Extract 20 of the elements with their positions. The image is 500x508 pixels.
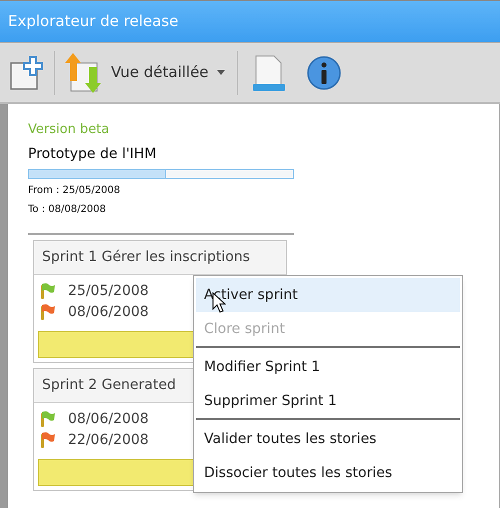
start-flag-icon: [38, 410, 56, 428]
menu-item[interactable]: Supprimer Sprint 1: [196, 384, 460, 418]
to-date: To : 08/08/2008: [28, 202, 107, 216]
start-date: 08/06/2008: [68, 410, 149, 428]
end-date: 08/06/2008: [68, 302, 149, 322]
start-date: 25/05/2008: [68, 282, 149, 300]
menu-item[interactable]: Modifier Sprint 1: [196, 350, 460, 384]
window-title: Explorateur de release: [8, 11, 178, 32]
menu-item[interactable]: Valider toutes les stories: [196, 422, 460, 456]
end-flag-icon: [38, 303, 56, 321]
menu-item[interactable]: Dissocier toutes les stories: [196, 456, 460, 490]
from-date: From : 25/05/2008: [28, 184, 122, 198]
end-flag-icon: [38, 431, 56, 449]
view-dropdown[interactable]: Vue détaillée: [63, 50, 225, 94]
end-date: 22/06/2008: [68, 430, 149, 450]
caret-icon: [216, 70, 225, 75]
version-label: Version beta: [28, 121, 110, 139]
start-flag-icon: [38, 282, 56, 300]
release-name: Prototype de l'IHM: [28, 144, 158, 164]
add-icon[interactable]: [8, 54, 46, 92]
